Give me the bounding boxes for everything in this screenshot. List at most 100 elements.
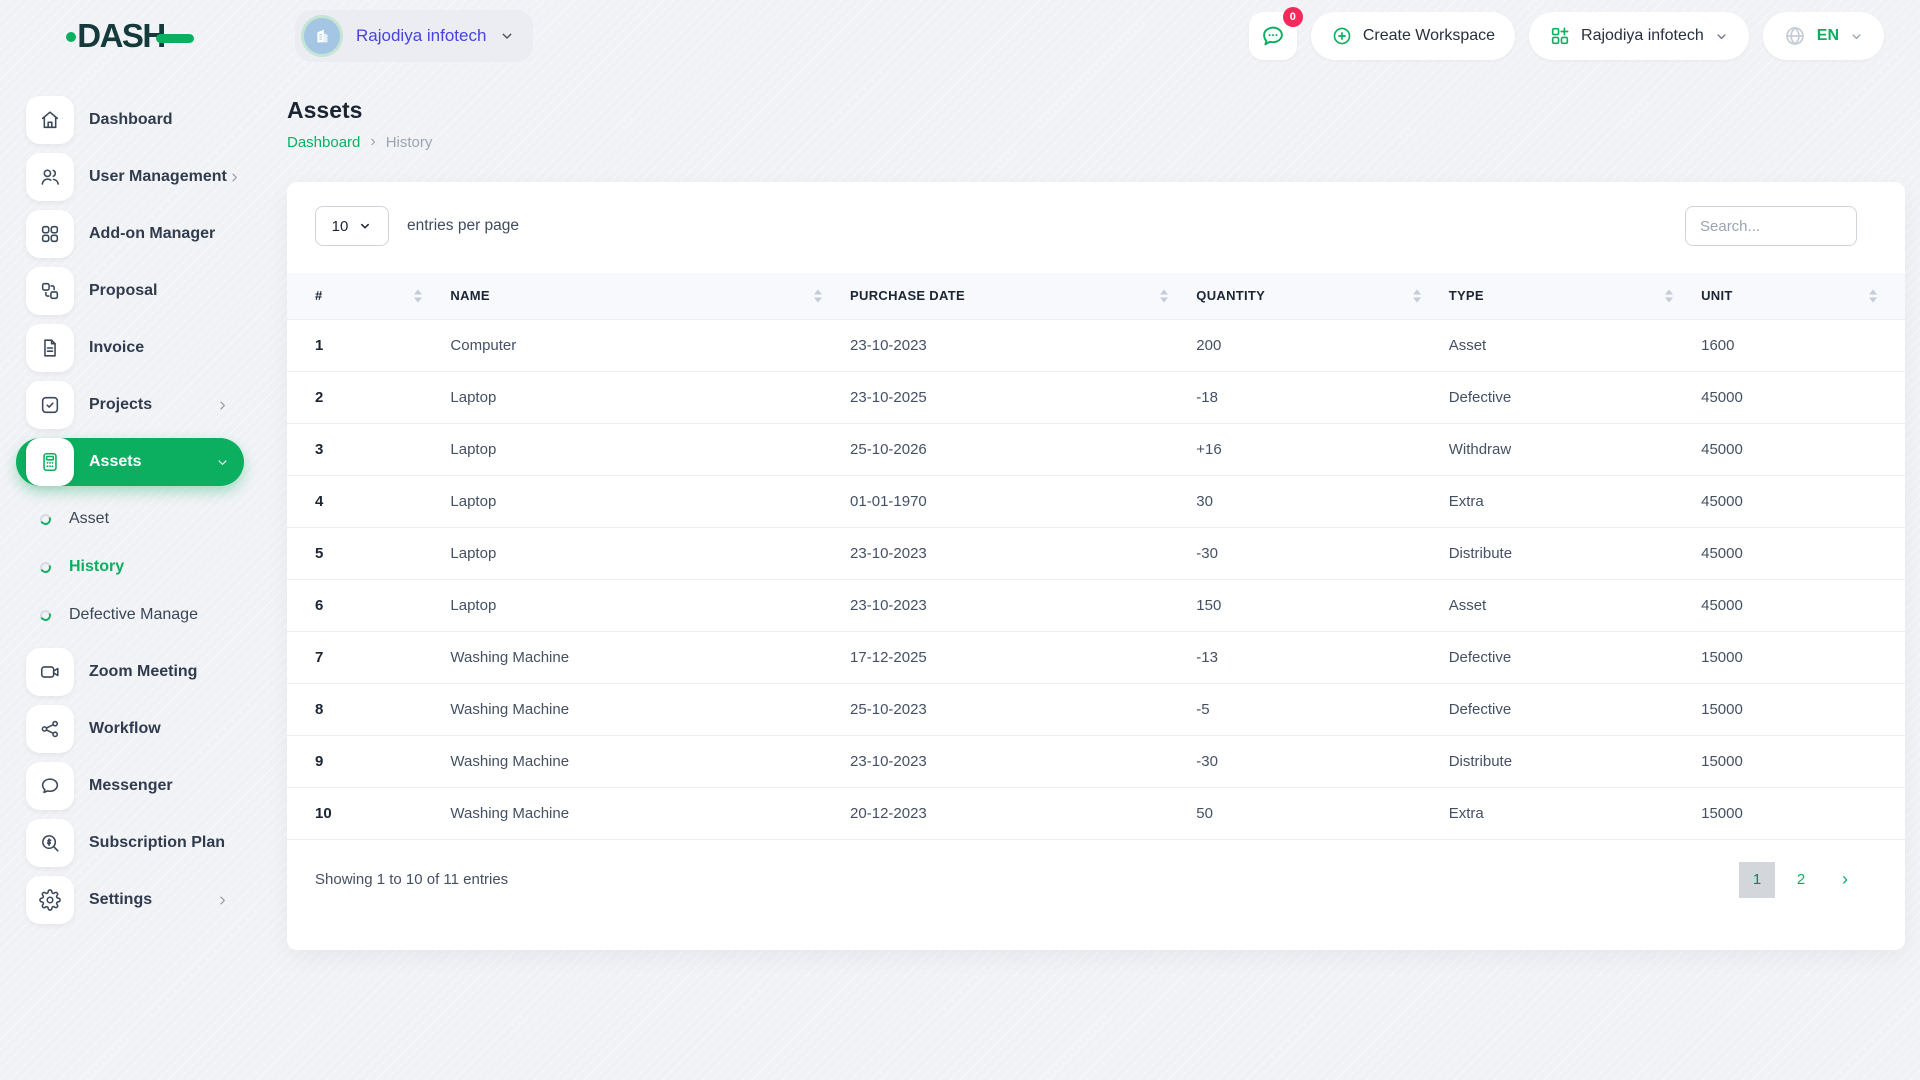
table-row: 7 Washing Machine 17-12-2025 -13 Defective 15…	[287, 631, 1905, 684]
entries-per-page-value: 10	[331, 217, 349, 235]
chevron-right-icon	[227, 170, 242, 185]
cell-purchase-date: 23-10-2025	[850, 371, 1197, 424]
cell--: 10	[287, 787, 451, 840]
sidebar-subitem-history[interactable]: History	[16, 543, 244, 591]
column-label: NAME	[450, 288, 490, 304]
sidebar-item-zoom-meeting[interactable]: Zoom Meeting	[16, 648, 244, 696]
sidebar-item-invoice[interactable]: Invoice	[16, 324, 244, 372]
sidebar-item-user-management[interactable]: User Management	[16, 153, 244, 201]
table-body: 1 Computer 23-10-2023 200 Asset 1600 2 Laptop 23…	[287, 319, 1905, 840]
sidebar-nav: Dashboard User Management Add-on Manager Pr…	[0, 96, 260, 924]
column-label: UNIT	[1701, 288, 1733, 304]
cell-unit: 15000	[1701, 631, 1905, 684]
cell--: 8	[287, 683, 451, 736]
cell-purchase-date: 23-10-2023	[850, 319, 1197, 372]
column-label: #	[315, 288, 323, 304]
sort-icon	[1869, 289, 1877, 303]
create-workspace-button[interactable]: Create Workspace	[1310, 12, 1516, 60]
cell-quantity: 30	[1196, 475, 1449, 528]
sidebar-item-add-on-manager[interactable]: Add-on Manager	[16, 210, 244, 258]
cell-name: Laptop	[450, 579, 851, 632]
column-header-type[interactable]: TYPE	[1448, 273, 1702, 320]
cell-quantity: +16	[1196, 423, 1449, 476]
next-page-button[interactable]: ›	[1827, 862, 1863, 898]
entries-summary: Showing 1 to 10 of 11 entries	[315, 871, 509, 888]
column-header-purchase-date[interactable]: PURCHASE DATE	[850, 273, 1197, 320]
workspace-dropdown-label: Rajodiya infotech	[1581, 27, 1704, 44]
cell-type: Defective	[1448, 371, 1702, 424]
sidebar-subitem-asset[interactable]: Asset	[16, 495, 244, 543]
sidebar-item-label: Proposal	[89, 282, 158, 299]
language-selector[interactable]: EN	[1762, 12, 1884, 60]
cell--: 1	[287, 319, 451, 372]
addon-icon	[26, 210, 74, 258]
bullet-icon	[38, 559, 53, 575]
sidebar-item-proposal[interactable]: Proposal	[16, 267, 244, 315]
sidebar-item-workflow[interactable]: Workflow	[16, 705, 244, 753]
invoice-icon	[26, 324, 74, 372]
cell--: 5	[287, 527, 451, 580]
cell-unit: 15000	[1701, 683, 1905, 736]
cell-unit: 45000	[1701, 423, 1905, 476]
bullet-icon	[38, 511, 53, 527]
column-label: QUANTITY	[1196, 288, 1266, 304]
cell-purchase-date: 17-12-2025	[850, 631, 1197, 684]
column-label: PURCHASE DATE	[850, 288, 965, 304]
sidebar-item-projects[interactable]: Projects	[16, 381, 244, 429]
page-button-2[interactable]: 2	[1783, 862, 1819, 898]
bullet-icon	[38, 607, 53, 623]
cell-type: Asset	[1448, 319, 1702, 372]
cell-type: Defective	[1448, 631, 1702, 684]
column-header-quantity[interactable]: QUANTITY	[1196, 273, 1449, 320]
sidebar-item-settings[interactable]: Settings	[16, 876, 244, 924]
search-input[interactable]	[1685, 206, 1857, 246]
breadcrumb-dashboard-link[interactable]: Dashboard	[287, 134, 360, 151]
chevron-right-icon	[215, 893, 230, 908]
cell-name: Computer	[450, 319, 851, 372]
sidebar-item-messenger[interactable]: Messenger	[16, 762, 244, 810]
zoom-meeting-icon	[26, 648, 74, 696]
cell-type: Withdraw	[1448, 423, 1702, 476]
cell-unit: 45000	[1701, 475, 1905, 528]
column-header--[interactable]: #	[287, 273, 451, 320]
table-row: 9 Washing Machine 23-10-2023 -30 Distribute 1…	[287, 735, 1905, 788]
notification-badge: 0	[1282, 7, 1303, 27]
page-title: Assets	[287, 97, 363, 123]
chevron-down-icon	[361, 223, 370, 229]
page-button-1[interactable]: 1	[1739, 861, 1775, 898]
table-row: 5 Laptop 23-10-2023 -30 Distribute 45000	[287, 527, 1905, 580]
sidebar-item-dashboard[interactable]: Dashboard	[16, 96, 244, 144]
table-row: 4 Laptop 01-01-1970 30 Extra 45000	[287, 475, 1905, 528]
cell--: 3	[287, 423, 451, 476]
chevron-right-icon	[215, 398, 230, 413]
cell-quantity: 200	[1196, 319, 1449, 372]
cell-unit: 15000	[1701, 787, 1905, 840]
app: DASH Rajodiya infotech 0 Create Workspac…	[0, 0, 1920, 1080]
workspace-dropdown[interactable]: Rajodiya infotech	[1529, 12, 1749, 60]
logo-dash-bar	[155, 33, 194, 43]
column-header-unit[interactable]: UNIT	[1701, 273, 1905, 320]
cell-name: Washing Machine	[450, 735, 851, 788]
entries-per-page-select[interactable]: 10	[315, 206, 389, 246]
cell-purchase-date: 01-01-1970	[850, 475, 1197, 528]
sidebar-item-label: Subscription Plan	[89, 834, 226, 851]
sidebar-item-label: Messenger	[89, 777, 173, 794]
cell-unit: 45000	[1701, 579, 1905, 632]
table-row: 1 Computer 23-10-2023 200 Asset 1600	[287, 319, 1905, 372]
grid-plus-icon	[1549, 25, 1571, 47]
column-header-name[interactable]: NAME	[450, 273, 851, 320]
cell-purchase-date: 23-10-2023	[850, 735, 1197, 788]
home-icon	[26, 96, 74, 144]
cell--: 4	[287, 475, 451, 528]
messages-button[interactable]: 0	[1248, 7, 1303, 60]
sidebar-item-subscription-plan[interactable]: Subscription Plan	[16, 819, 244, 867]
sidebar-subitem-defective-manage[interactable]: Defective Manage	[16, 591, 244, 639]
sidebar-item-assets[interactable]: Assets	[16, 438, 244, 486]
cell-quantity: 150	[1196, 579, 1449, 632]
sidebar-subitem-label: History	[69, 558, 125, 575]
cell-purchase-date: 23-10-2023	[850, 527, 1197, 580]
cell-purchase-date: 23-10-2023	[850, 579, 1197, 632]
app-logo: DASH	[66, 17, 194, 55]
workspace-switcher[interactable]: Rajodiya infotech	[295, 10, 534, 62]
cell-purchase-date: 25-10-2023	[850, 683, 1197, 736]
